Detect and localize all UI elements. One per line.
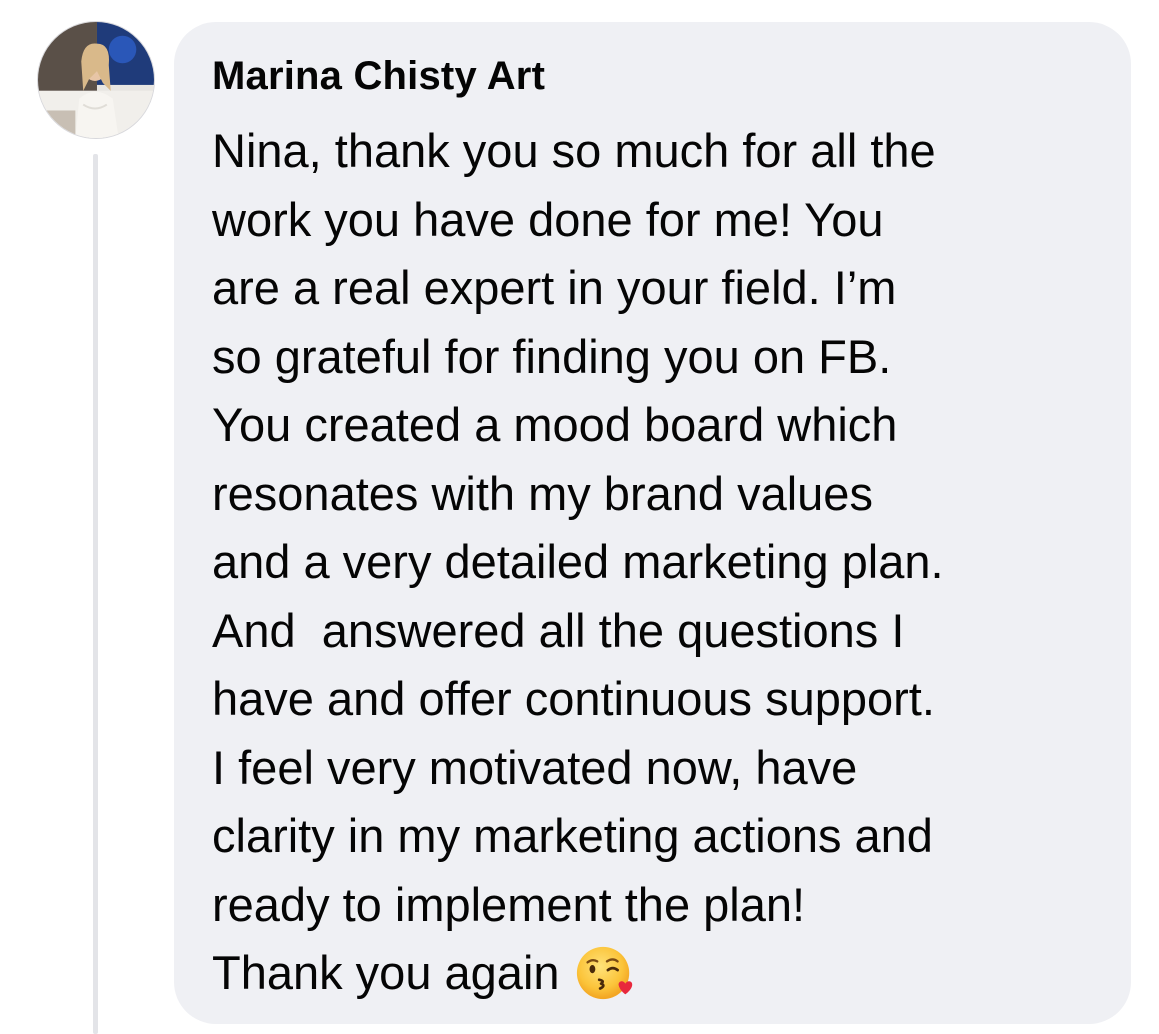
comment-line: resonates with my brand values [212, 466, 873, 520]
comment-line: so grateful for finding you on FB. [212, 329, 892, 383]
comment-bubble: Marina Chisty Art Nina, thank you so muc… [174, 22, 1131, 1024]
avatar[interactable] [37, 21, 155, 139]
comment-line: work you have done for me! You [212, 192, 884, 246]
comment-line: Nina, thank you so much for all the [212, 124, 936, 177]
comment-line: You created a mood board which [212, 398, 898, 451]
reply-thread-line [93, 154, 98, 1034]
avatar-photo [38, 22, 154, 138]
comment-line: And answered all the questions I [212, 603, 905, 657]
comment-line: and a very detailed marketing plan. [212, 535, 944, 588]
face-blowing-a-kiss-icon [574, 942, 636, 1004]
comment-line: I feel very motivated now, have [212, 740, 858, 794]
comment-screen: Marina Chisty Art Nina, thank you so muc… [0, 0, 1159, 1034]
comment-last-line: Thank you again [212, 939, 1117, 1008]
comment-line: are a real expert in your field. I’m [212, 261, 897, 314]
comment-line-text: Thank you again [212, 946, 560, 999]
comment-line: have and offer continuous support. [212, 672, 935, 725]
comment-line: ready to implement the plan! [212, 877, 806, 931]
comment-author-name[interactable]: Marina Chisty Art [212, 52, 545, 100]
comment-line: clarity in my marketing actions and [212, 809, 933, 862]
comment-body: Nina, thank you so much for all the work… [212, 117, 1117, 1008]
